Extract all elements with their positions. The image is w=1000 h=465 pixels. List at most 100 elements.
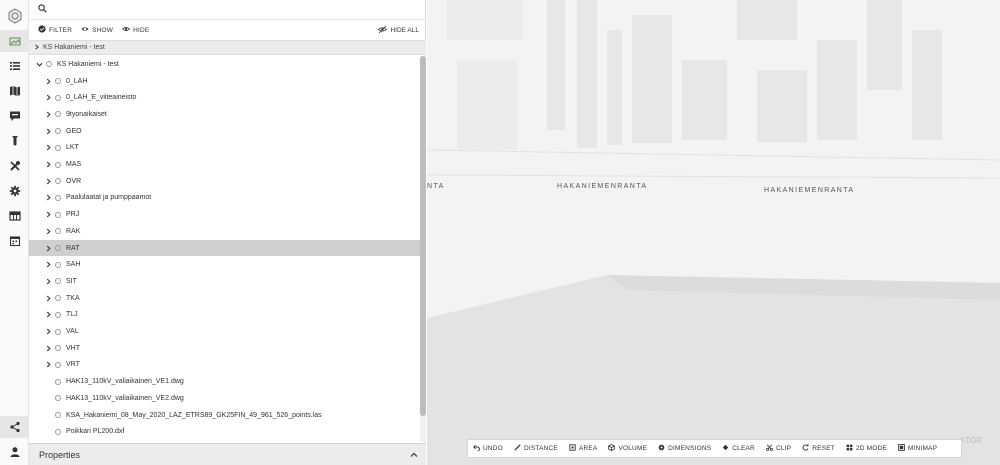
visibility-toggle[interactable] <box>55 428 61 435</box>
tree-row[interactable]: KSA_Hakaniemi_08_May_2020_LAZ_ETRS89_GK2… <box>29 407 420 424</box>
tree-row[interactable]: HAK13_110kV_valiaikainen_VE1.dwg <box>29 373 420 390</box>
tree-row[interactable]: VAL <box>29 323 420 340</box>
map-viewport[interactable]: NTA HAKANIEMENRANTA HAKANIEMENRANTA <box>427 0 1000 465</box>
tree-row[interactable]: VRT <box>29 357 420 374</box>
settings-gear-icon[interactable] <box>0 180 29 202</box>
tree-row[interactable]: SIT <box>29 273 420 290</box>
properties-label: Properties <box>39 449 81 460</box>
tools-icon[interactable] <box>0 155 29 177</box>
clip-button[interactable]: CLIP <box>766 444 791 453</box>
properties-panel-header[interactable]: Properties <box>29 443 426 465</box>
chevron-right-icon[interactable] <box>44 211 52 219</box>
tree-row[interactable]: 9tyonaikaiset <box>29 106 420 123</box>
tree-scrollbar[interactable] <box>420 56 426 442</box>
minimap-button[interactable]: MINIMAP <box>898 444 937 453</box>
tree-row[interactable]: HAK13_110kV_valiaikainen_VE2.dwg <box>29 390 420 407</box>
visibility-toggle[interactable] <box>55 361 61 368</box>
tree-row[interactable]: TLJ <box>29 307 420 324</box>
undo-button[interactable]: UNDO <box>473 444 503 453</box>
chevron-right-icon[interactable] <box>44 161 52 169</box>
visibility-toggle[interactable] <box>46 61 52 68</box>
tree-row[interactable]: 0_LAH_E_viiteaineisto <box>29 89 420 106</box>
visibility-toggle[interactable] <box>55 128 61 135</box>
visibility-toggle[interactable] <box>55 161 61 168</box>
tree-row[interactable]: RAT <box>29 239 420 257</box>
visibility-toggle[interactable] <box>55 144 61 151</box>
chevron-right-icon[interactable] <box>44 77 52 85</box>
dimensions-button[interactable]: DIMENSIONS <box>658 444 711 453</box>
reset-button[interactable]: RESET <box>802 444 835 453</box>
tree-row[interactable]: 0_LAH <box>29 73 420 90</box>
chevron-right-icon[interactable] <box>44 361 52 369</box>
visibility-toggle[interactable] <box>55 178 61 185</box>
tree-row[interactable]: Poikkari PL200.dxf <box>29 423 420 440</box>
visibility-toggle[interactable] <box>55 412 61 419</box>
share-icon[interactable] <box>0 416 29 438</box>
filter-button[interactable]: FILTER <box>38 25 72 35</box>
tree-row[interactable]: VHT <box>29 340 420 357</box>
visibility-toggle[interactable] <box>55 328 61 335</box>
chevron-right-icon[interactable] <box>44 244 52 252</box>
list-icon[interactable] <box>0 55 29 77</box>
chevron-right-icon[interactable] <box>44 177 52 185</box>
visibility-toggle[interactable] <box>55 395 61 402</box>
app-logo-icon[interactable] <box>0 5 29 27</box>
visibility-toggle[interactable] <box>55 94 61 101</box>
distance-button[interactable]: DISTANCE <box>514 444 558 453</box>
clear-button[interactable]: CLEAR <box>722 444 755 453</box>
chevron-right-icon[interactable] <box>44 328 52 336</box>
chevron-right-icon[interactable] <box>44 277 52 285</box>
chevron-right-icon[interactable] <box>44 144 52 152</box>
chevron-right-icon[interactable] <box>44 344 52 352</box>
user-account-icon[interactable] <box>0 441 29 463</box>
refresh-icon <box>802 444 812 453</box>
breadcrumb[interactable]: KS Hakaniemi - test <box>29 40 426 55</box>
tree-row[interactable]: RAK <box>29 223 420 240</box>
street-label: HAKANIEMENRANTA <box>764 187 855 194</box>
chevron-right-icon[interactable] <box>44 227 52 235</box>
table-icon[interactable] <box>0 205 29 227</box>
chevron-right-icon[interactable] <box>44 261 52 269</box>
visibility-toggle[interactable] <box>55 228 61 235</box>
visibility-toggle[interactable] <box>55 345 61 352</box>
tree-row[interactable]: MAS <box>29 156 420 173</box>
hide-button[interactable]: HIDE <box>122 25 149 35</box>
tree-row[interactable]: SAH <box>29 256 420 273</box>
chevron-right-icon[interactable] <box>44 294 52 302</box>
chevron-right-icon[interactable] <box>44 127 52 135</box>
chevron-right-icon[interactable] <box>44 110 52 118</box>
chevron-down-icon[interactable] <box>35 60 43 68</box>
chevron-right-icon[interactable] <box>44 94 52 102</box>
area-button[interactable]: AREA <box>569 444 598 453</box>
tree-root-row[interactable]: KS Hakaniemi - test <box>29 56 420 73</box>
calendar-icon[interactable] <box>0 230 29 252</box>
volume-button[interactable]: VOLUME <box>608 444 647 453</box>
tree-row[interactable]: GEO <box>29 123 420 140</box>
tree-row[interactable]: LKT <box>29 140 420 157</box>
show-button[interactable]: SHOW <box>81 25 113 35</box>
visibility-toggle[interactable] <box>55 78 61 85</box>
tree-row[interactable]: Paalulaatat ja pumppaamot <box>29 190 420 207</box>
search-input[interactable] <box>52 5 412 14</box>
visibility-toggle[interactable] <box>55 245 61 252</box>
visibility-toggle[interactable] <box>55 261 61 268</box>
test-tube-icon[interactable] <box>0 130 29 152</box>
map-icon[interactable] <box>0 80 29 102</box>
scrollbar-thumb[interactable] <box>420 56 426 416</box>
visibility-toggle[interactable] <box>55 295 61 302</box>
comment-icon[interactable] <box>0 105 29 127</box>
hide-all-button[interactable]: HIDE ALL <box>378 20 419 40</box>
chevron-right-icon[interactable] <box>44 194 52 202</box>
visibility-toggle[interactable] <box>55 278 61 285</box>
chevron-right-icon[interactable] <box>44 311 52 319</box>
tree-row[interactable]: PRJ <box>29 206 420 223</box>
visibility-toggle[interactable] <box>55 111 61 118</box>
2d-mode-button[interactable]: 2D MODE <box>846 444 887 453</box>
tree-row[interactable]: TKA <box>29 290 420 307</box>
visibility-toggle[interactable] <box>55 378 61 385</box>
visibility-toggle[interactable] <box>55 194 61 201</box>
layers-view-icon[interactable] <box>0 30 29 52</box>
visibility-toggle[interactable] <box>55 211 61 218</box>
tree-row[interactable]: OVR <box>29 173 420 190</box>
visibility-toggle[interactable] <box>55 311 61 318</box>
